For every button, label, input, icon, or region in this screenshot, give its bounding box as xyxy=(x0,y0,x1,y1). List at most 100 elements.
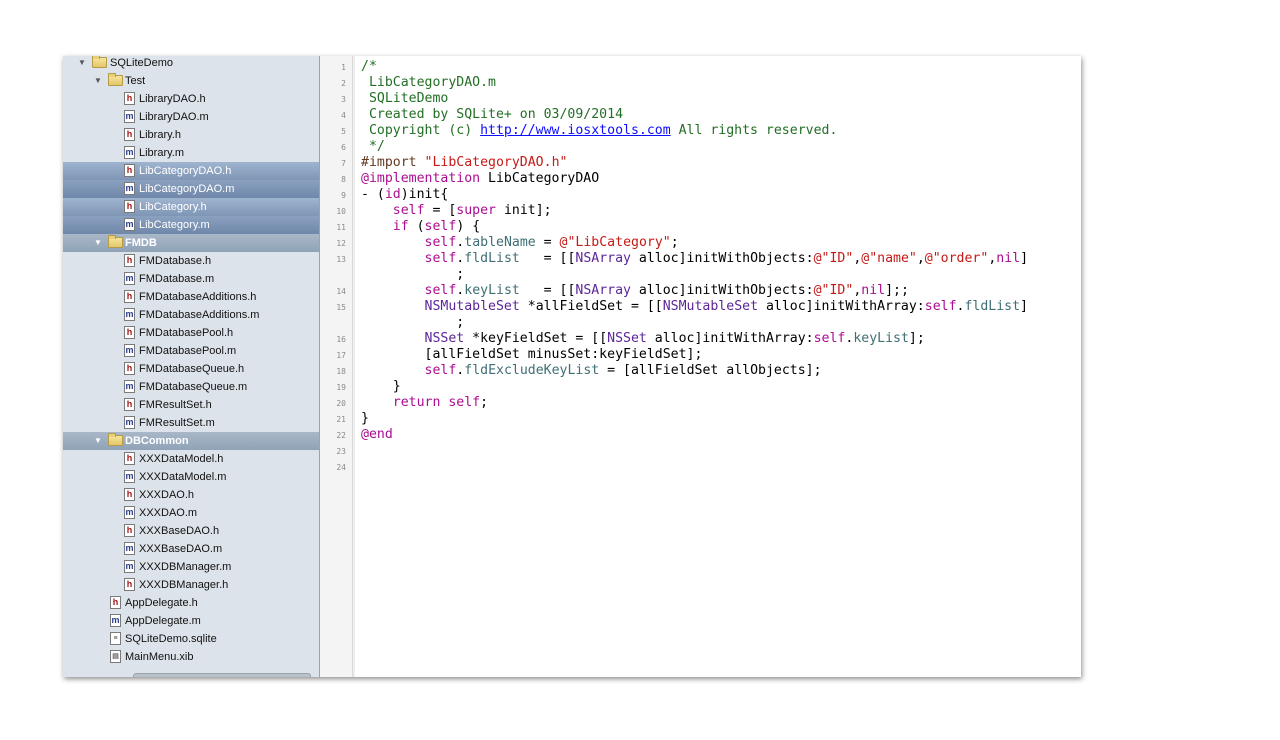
navigator-file-row[interactable]: h FMDatabase.h xyxy=(63,252,319,270)
disclosure-triangle-icon[interactable]: ▼ xyxy=(77,56,87,72)
code-line[interactable]: self.fldExcludeKeyList = [allFieldSet al… xyxy=(361,363,822,379)
navigator-file-row[interactable]: m FMDatabaseAdditions.m xyxy=(63,306,319,324)
navigator-file-row[interactable]: m FMDatabaseQueue.m xyxy=(63,378,319,396)
navigator-file-row[interactable]: h FMDatabaseQueue.h xyxy=(63,360,319,378)
code-line[interactable]: /* xyxy=(361,59,377,75)
code-line[interactable]: self.keyList = [[NSArray alloc]initWithO… xyxy=(361,283,909,299)
code-line[interactable]: - (id)init{ xyxy=(361,187,448,203)
navigator-scrollbar[interactable] xyxy=(133,673,311,677)
code-token: LibCategoryDAO xyxy=(480,171,600,186)
source-editor[interactable]: 1 2 3 4 5 6 7 8 9 10 11 12 13 14 15 16 17 18 19 20 21 22 23 24 … xyxy=(320,56,1081,677)
navigator-group-row[interactable]: ▼ FMDB xyxy=(63,234,319,252)
code-line[interactable]: NSMutableSet *allFieldSet = [[NSMutableS… xyxy=(361,299,1028,315)
code-token: self xyxy=(424,363,457,378)
code-line[interactable]: ; xyxy=(361,267,464,283)
code-line[interactable]: @implementation LibCategoryDAO xyxy=(361,171,599,187)
code-token: ];; xyxy=(885,283,909,298)
code-line[interactable]: } xyxy=(361,411,369,427)
code-line[interactable]: self.fldList = [[NSArray alloc]initWithO… xyxy=(361,251,1029,267)
code-token: ] xyxy=(1020,251,1029,266)
code-token: @"ID" xyxy=(813,283,854,298)
code-line[interactable]: ; xyxy=(361,315,464,331)
line-number: 16 xyxy=(336,335,346,344)
source-file-icon: m xyxy=(124,542,135,555)
disclosure-triangle-icon[interactable]: ▼ xyxy=(93,432,103,450)
source-file-icon: m xyxy=(124,146,135,159)
code-line[interactable]: self.tableName = @"LibCategory"; xyxy=(361,235,679,251)
navigator-file-row[interactable]: h FMDatabasePool.h xyxy=(63,324,319,342)
header-file-icon: h xyxy=(110,596,121,609)
navigator-file-row[interactable]: m AppDelegate.m xyxy=(63,612,319,630)
line-number: 18 xyxy=(336,367,346,376)
navigator-group-row[interactable]: ▼ SQLiteDemo xyxy=(63,56,319,72)
navigator-file-row[interactable]: h XXXDataModel.h xyxy=(63,450,319,468)
code-line[interactable]: LibCategoryDAO.m xyxy=(361,75,496,91)
navigator-file-row[interactable]: m FMDatabase.m xyxy=(63,270,319,288)
navigator-file-row[interactable]: m LibCategoryDAO.m xyxy=(63,180,319,198)
navigator-item-label: AppDelegate.h xyxy=(125,597,198,609)
code-line[interactable]: Copyright (c) http://www.iosxtools.com A… xyxy=(361,123,837,139)
code-token: @"ID" xyxy=(813,251,854,266)
navigator-file-row[interactable]: m FMResultSet.m xyxy=(63,414,319,432)
navigator-file-row[interactable]: ▤ MainMenu.xib xyxy=(63,648,319,666)
code-token: alloc]initWithArray: xyxy=(758,299,925,314)
folder-icon xyxy=(92,56,107,68)
navigator-item-label: FMDatabaseQueue.h xyxy=(139,363,245,375)
code-token: Created by SQLite+ on 03/09/2014 xyxy=(361,107,624,122)
code-token: - ( xyxy=(361,187,385,202)
disclosure-triangle-icon[interactable]: ▼ xyxy=(93,72,103,90)
navigator-file-row[interactable]: h FMDatabaseAdditions.h xyxy=(63,288,319,306)
header-file-icon: h xyxy=(124,92,135,105)
navigator-group-row[interactable]: ▼ Test xyxy=(63,72,319,90)
navigator-file-row[interactable]: h Library.h xyxy=(63,126,319,144)
navigator-file-row[interactable]: h LibCategoryDAO.h xyxy=(63,162,319,180)
code-line[interactable]: [allFieldSet minusSet:keyFieldSet]; xyxy=(361,347,703,363)
code-token: NSMutableSet xyxy=(662,299,759,314)
code-line[interactable]: Created by SQLite+ on 03/09/2014 xyxy=(361,107,623,123)
line-number: 12 xyxy=(336,239,346,248)
navigator-file-row[interactable]: h XXXDBManager.h xyxy=(63,576,319,594)
code-line[interactable]: NSSet *keyFieldSet = [[NSSet alloc]initW… xyxy=(361,331,925,347)
navigator-group-row[interactable]: ▼ DBCommon xyxy=(63,432,319,450)
code-token: NSArray xyxy=(575,251,631,266)
code-line[interactable]: #import "LibCategoryDAO.h" xyxy=(361,155,567,171)
navigator-file-row[interactable]: h FMResultSet.h xyxy=(63,396,319,414)
navigator-file-row[interactable]: m Library.m xyxy=(63,144,319,162)
code-token: = xyxy=(535,235,560,250)
code-line[interactable]: if (self) { xyxy=(361,219,480,235)
code-token: ; xyxy=(670,235,679,250)
navigator-item-label: FMDatabaseQueue.m xyxy=(139,381,248,393)
code-token: @end xyxy=(361,427,393,442)
navigator-file-row[interactable]: ≡ SQLiteDemo.sqlite xyxy=(63,630,319,648)
navigator-file-row[interactable]: m FMDatabasePool.m xyxy=(63,342,319,360)
navigator-file-row[interactable]: h XXXDAO.h xyxy=(63,486,319,504)
navigator-file-row[interactable]: m XXXDBManager.m xyxy=(63,558,319,576)
navigator-item-label: XXXDAO.m xyxy=(139,507,198,519)
navigator-file-row[interactable]: m XXXDataModel.m xyxy=(63,468,319,486)
code-token: self xyxy=(424,251,457,266)
code-line[interactable]: } xyxy=(361,379,401,395)
navigator-file-row[interactable]: h XXXBaseDAO.h xyxy=(63,522,319,540)
code-token: ) { xyxy=(456,219,481,234)
navigator-file-row[interactable]: m LibCategory.m xyxy=(63,216,319,234)
navigator-file-row[interactable]: m LibraryDAO.m xyxy=(63,108,319,126)
navigator-file-row[interactable]: h AppDelegate.h xyxy=(63,594,319,612)
code-line[interactable]: return self; xyxy=(361,395,488,411)
code-link[interactable]: http://www.iosxtools.com xyxy=(480,123,671,138)
code-token: NSSet xyxy=(424,331,465,346)
code-line[interactable]: SQLiteDemo xyxy=(361,91,448,107)
code-line[interactable]: */ xyxy=(361,139,385,155)
code-line[interactable]: self = [super init]; xyxy=(361,203,552,219)
code-line[interactable]: @end xyxy=(361,427,393,443)
navigator-file-row[interactable]: h LibCategory.h xyxy=(63,198,319,216)
database-file-icon: ≡ xyxy=(110,632,121,645)
navigator-file-row[interactable]: m XXXBaseDAO.m xyxy=(63,540,319,558)
navigator-file-row[interactable]: m XXXDAO.m xyxy=(63,504,319,522)
navigator-file-row[interactable]: h LibraryDAO.h xyxy=(63,90,319,108)
code-folding-ribbon[interactable] xyxy=(353,56,355,677)
code-token: keyList xyxy=(464,283,520,298)
disclosure-triangle-icon[interactable]: ▼ xyxy=(93,234,103,252)
